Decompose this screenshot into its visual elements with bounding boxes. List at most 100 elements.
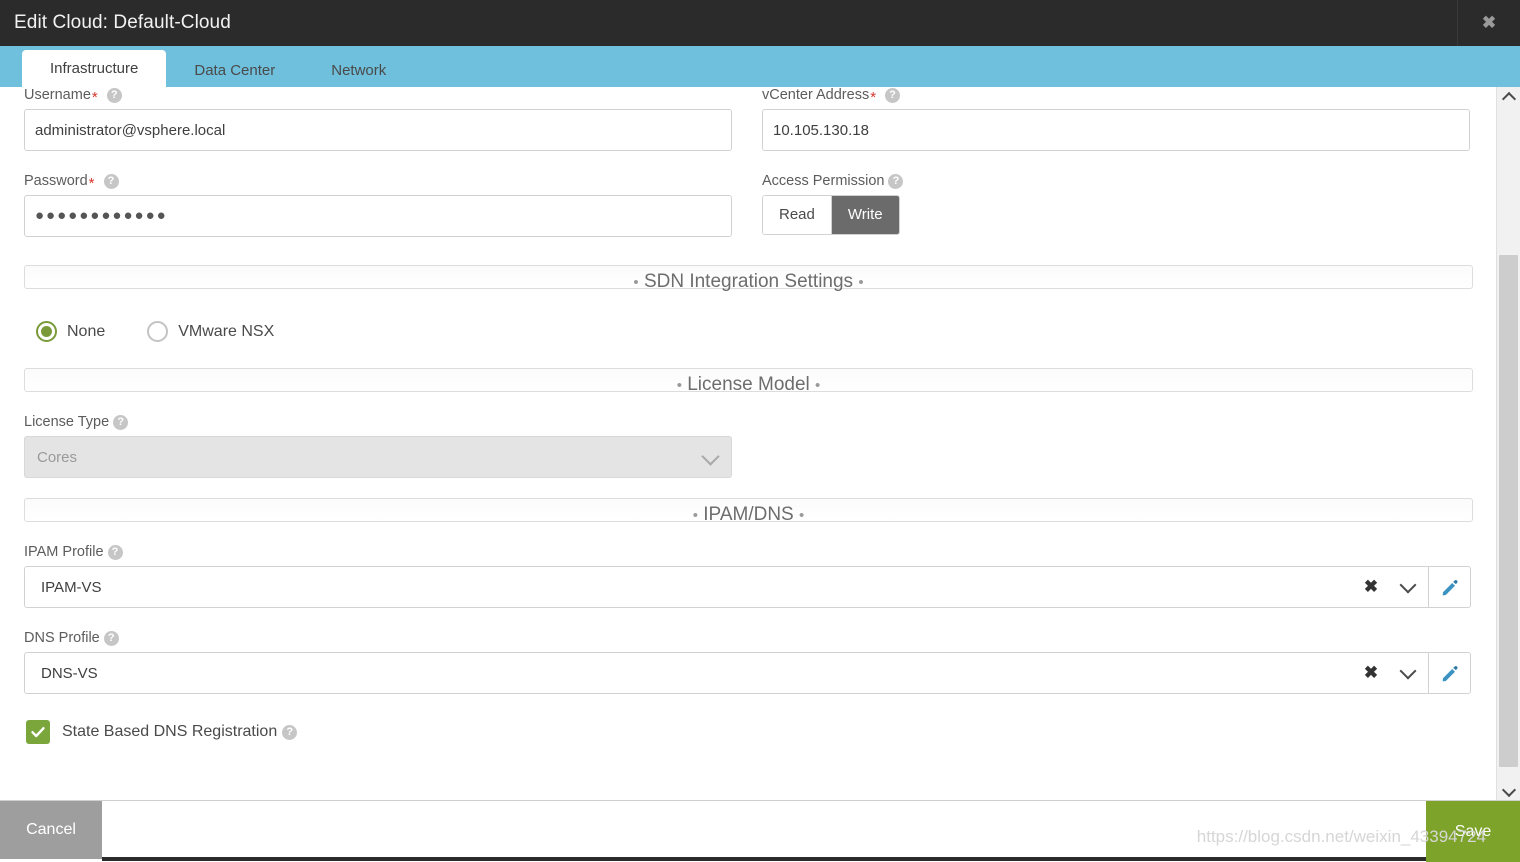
dns-profile-select[interactable]: DNS-VS ✖ [24, 652, 1429, 694]
dns-profile-row: DNS-VS ✖ [24, 652, 1471, 694]
ipam-profile-edit-button[interactable] [1429, 566, 1471, 608]
password-label: Password * ? [24, 173, 732, 192]
access-permission-label-text: Access Permission [762, 173, 885, 189]
help-icon[interactable]: ? [282, 724, 298, 740]
sdn-section-header: • SDN Integration Settings • [24, 265, 1473, 292]
access-permission-read[interactable]: Read [763, 196, 831, 234]
username-field-group: Username * ? [24, 87, 732, 151]
password-label-text: Password [24, 173, 88, 189]
credentials-row: Username * ? vCenter Address * ? [24, 87, 1473, 151]
help-icon[interactable]: ? [107, 544, 123, 560]
vcenter-address-input[interactable] [762, 109, 1470, 151]
access-permission-toggle: Read Write [762, 195, 900, 235]
license-section-body: License Type ? Cores [24, 392, 1473, 478]
vcenter-label-text: vCenter Address [762, 87, 870, 103]
required-marker: * [88, 174, 95, 192]
access-permission-write[interactable]: Write [830, 196, 899, 234]
save-button[interactable]: Save [1426, 801, 1520, 862]
required-marker: * [870, 88, 877, 106]
window-title: Edit Cloud: Default-Cloud [14, 12, 231, 33]
sdn-section-body: None VMware NSX [24, 289, 1473, 348]
help-icon[interactable]: ? [103, 630, 119, 646]
ipam-profile-row: IPAM-VS ✖ [24, 566, 1471, 608]
sdn-option-none[interactable]: None [36, 321, 105, 342]
bullet-right: • [858, 274, 864, 291]
clear-icon[interactable]: ✖ [1354, 663, 1388, 683]
footer-divider [102, 857, 1426, 861]
ipam-profile-select[interactable]: IPAM-VS ✖ [24, 566, 1429, 608]
pencil-icon [1442, 579, 1458, 595]
username-input[interactable] [24, 109, 732, 151]
ipam-dns-section-title-text: IPAM/DNS [703, 504, 794, 525]
help-icon[interactable]: ? [103, 173, 119, 189]
bullet-right: • [815, 377, 821, 394]
state-based-dns-row: State Based DNS Registration ? [24, 720, 1473, 744]
required-marker: * [91, 88, 98, 106]
password-masked-value: ●●●●●●●●●●●● [35, 207, 168, 224]
chevron-up-icon[interactable] [1497, 87, 1520, 107]
username-label-text: Username [24, 87, 91, 103]
license-type-select: Cores [24, 436, 732, 478]
dns-profile-edit-button[interactable] [1429, 652, 1471, 694]
tab-bar: Infrastructure Data Center Network [0, 46, 1520, 87]
license-section-header: • License Model • [24, 368, 1473, 395]
ipam-dns-section-body: IPAM Profile ? IPAM-VS ✖ DNS Profile ? D… [24, 522, 1473, 744]
sdn-option-vmware-nsx-label: VMware NSX [178, 322, 275, 340]
chevron-down-icon [701, 447, 720, 466]
bullet-left: • [633, 274, 639, 291]
bullet-left: • [692, 507, 698, 524]
license-section-title-text: License Model [687, 374, 810, 395]
clear-icon[interactable]: ✖ [1354, 577, 1388, 597]
password-input[interactable]: ●●●●●●●●●●●● [24, 195, 732, 237]
chevron-down-icon[interactable] [1388, 576, 1428, 593]
access-permission-group: Access Permission ? Read Write [762, 173, 1470, 237]
vcenter-label: vCenter Address * ? [762, 87, 1470, 106]
check-icon [31, 727, 45, 738]
username-label: Username * ? [24, 87, 732, 106]
scrollbar-thumb[interactable] [1499, 255, 1518, 767]
sdn-section-title: • SDN Integration Settings • [25, 271, 1472, 293]
form-content: Username * ? vCenter Address * ? Passwor… [0, 87, 1497, 801]
cancel-button[interactable]: Cancel [0, 801, 102, 859]
chevron-down-icon[interactable] [1388, 662, 1428, 679]
ipam-profile-value: IPAM-VS [41, 578, 102, 596]
dialog-footer: Cancel Save [0, 800, 1520, 862]
dns-profile-label: DNS Profile ? [24, 630, 1473, 646]
help-icon[interactable]: ? [113, 414, 129, 430]
ipam-dns-section-header: • IPAM/DNS • [24, 498, 1473, 525]
sdn-section-title-text: SDN Integration Settings [643, 271, 854, 292]
license-type-label: License Type ? [24, 414, 1473, 430]
chevron-down-icon[interactable] [1497, 781, 1520, 801]
dns-profile-value: DNS-VS [41, 664, 98, 682]
password-field-group: Password * ? ●●●●●●●●●●●● [24, 173, 732, 237]
vertical-scrollbar[interactable] [1496, 87, 1520, 801]
ipam-dns-section-title: • IPAM/DNS • [25, 504, 1472, 526]
license-type-value: Cores [37, 448, 78, 466]
license-type-label-text: License Type [24, 414, 110, 430]
bullet-left: • [676, 377, 682, 394]
sdn-option-none-label: None [67, 322, 106, 340]
tab-infrastructure[interactable]: Infrastructure [22, 50, 167, 87]
license-section-title: • License Model • [25, 374, 1472, 396]
state-based-dns-checkbox[interactable] [26, 720, 50, 744]
tab-data-center[interactable]: Data Center [166, 54, 303, 87]
help-icon[interactable]: ? [106, 87, 122, 103]
password-permission-row: Password * ? ●●●●●●●●●●●● Access Permiss… [24, 173, 1473, 237]
window-titlebar: Edit Cloud: Default-Cloud ✖ [0, 0, 1520, 46]
access-permission-label: Access Permission ? [762, 173, 1470, 189]
help-icon[interactable]: ? [888, 173, 904, 189]
close-icon[interactable]: ✖ [1457, 0, 1520, 46]
help-icon[interactable]: ? [885, 87, 901, 103]
pencil-icon [1442, 665, 1458, 681]
dns-profile-label-text: DNS Profile [24, 630, 100, 646]
vcenter-field-group: vCenter Address * ? [762, 87, 1470, 151]
bullet-right: • [799, 507, 805, 524]
sdn-radio-group: None VMware NSX [24, 311, 1473, 348]
radio-unselected-icon [147, 321, 169, 342]
sdn-option-vmware-nsx[interactable]: VMware NSX [147, 321, 274, 342]
ipam-profile-label-text: IPAM Profile [24, 544, 104, 560]
state-based-dns-label: State Based DNS Registration [62, 723, 278, 740]
radio-selected-icon [36, 321, 57, 342]
ipam-profile-label: IPAM Profile ? [24, 544, 1473, 560]
tab-network[interactable]: Network [303, 54, 414, 87]
